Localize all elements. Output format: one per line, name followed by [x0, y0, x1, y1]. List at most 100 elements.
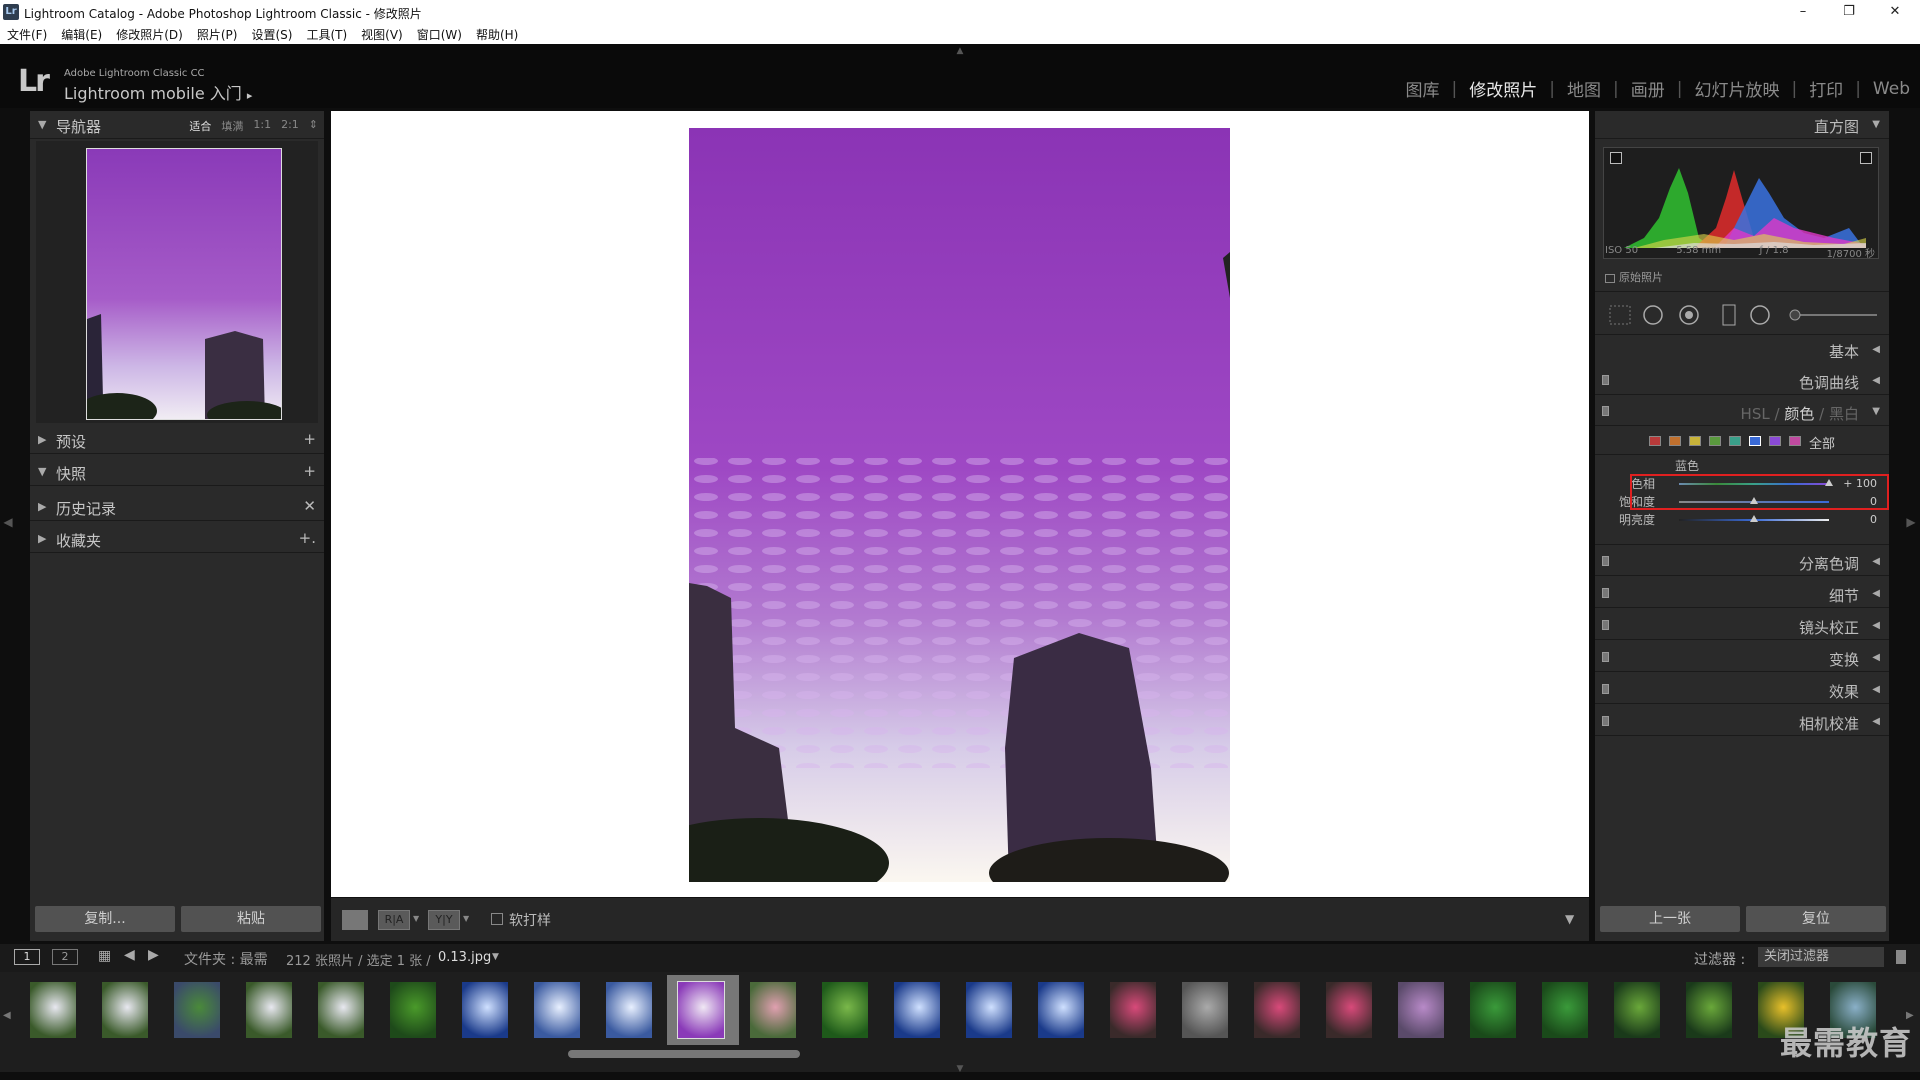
- loupe-view-icon[interactable]: [342, 910, 368, 930]
- original-photo-toggle[interactable]: 原始照片: [1605, 269, 1663, 285]
- top-panel-collapse-icon[interactable]: ▲: [952, 46, 968, 56]
- swatch-blue[interactable]: [1749, 436, 1761, 446]
- adjustment-brush-slider[interactable]: [1789, 308, 1879, 322]
- grid-view-icon[interactable]: ▦: [98, 948, 111, 964]
- effects-header[interactable]: 效果 ◀: [1595, 676, 1889, 704]
- navigator-header[interactable]: ▼ 导航器 适合 填满 1:1 2:1 ⇕: [30, 111, 324, 139]
- luminance-slider-thumb[interactable]: [1750, 515, 1758, 522]
- filmstrip-thumbnail[interactable]: [677, 981, 725, 1039]
- histogram[interactable]: [1603, 147, 1879, 259]
- source-path[interactable]: 文件夹 : 最需: [184, 949, 268, 969]
- filmstrip-thumbnail[interactable]: [966, 982, 1012, 1038]
- red-eye-icon[interactable]: [1680, 306, 1698, 324]
- menu-help[interactable]: 帮助(H): [476, 26, 518, 43]
- snapshots-header[interactable]: ▼ 快照 +: [30, 458, 324, 486]
- transform-header[interactable]: 变换 ◀: [1595, 644, 1889, 672]
- module-slideshow[interactable]: 幻灯片放映: [1694, 76, 1779, 101]
- filmstrip-thumbnail[interactable]: [318, 982, 364, 1038]
- camera-calibration-header[interactable]: 相机校准 ◀: [1595, 708, 1889, 736]
- split-toning-header[interactable]: 分离色调 ◀: [1595, 548, 1889, 576]
- before-after-lr-icon[interactable]: R|A: [378, 910, 410, 930]
- swatch-orange[interactable]: [1669, 436, 1681, 446]
- all-colors-button[interactable]: 全部: [1809, 433, 1835, 452]
- tab-bw[interactable]: 黑白: [1829, 405, 1859, 423]
- filmstrip-thumbnail[interactable]: [246, 982, 292, 1038]
- filename-dropdown-icon[interactable]: ▼: [492, 952, 499, 962]
- zoom-fit[interactable]: 适合: [189, 118, 211, 134]
- swatch-magenta[interactable]: [1789, 436, 1801, 446]
- panel-switch-icon[interactable]: [1602, 556, 1609, 566]
- module-web[interactable]: Web: [1873, 79, 1910, 99]
- hsl-header[interactable]: HSL / 颜色 / 黑白 ▼: [1595, 398, 1889, 426]
- second-window-button[interactable]: 2: [52, 949, 78, 965]
- panel-switch-icon[interactable]: [1602, 652, 1609, 662]
- selected-filename[interactable]: 0.13.jpg: [438, 950, 491, 965]
- panel-switch-icon[interactable]: [1602, 716, 1609, 726]
- before-after-tb-icon[interactable]: Y|Y: [428, 910, 460, 930]
- menu-edit[interactable]: 编辑(E): [61, 26, 102, 43]
- softproof-checkbox[interactable]: [491, 913, 503, 925]
- radial-filter-icon[interactable]: [1751, 306, 1769, 324]
- crop-tool-icon[interactable]: [1610, 306, 1630, 324]
- right-panel-collapse-icon[interactable]: ▶: [1906, 515, 1916, 529]
- paste-settings-button[interactable]: 粘贴: [181, 906, 321, 932]
- menu-photo[interactable]: 照片(P): [197, 26, 238, 43]
- module-map[interactable]: 地图: [1567, 76, 1601, 101]
- filmstrip-thumbnail[interactable]: [390, 982, 436, 1038]
- swatch-red[interactable]: [1649, 436, 1661, 446]
- previous-button[interactable]: 上一张: [1600, 906, 1740, 932]
- panel-switch-icon[interactable]: [1602, 620, 1609, 630]
- spot-removal-icon[interactable]: [1644, 306, 1662, 324]
- original-photo-checkbox[interactable]: [1605, 273, 1615, 283]
- zoom-dropdown-icon[interactable]: ⇕: [309, 118, 318, 134]
- dropdown-icon[interactable]: ▼: [463, 914, 469, 923]
- tab-hsl[interactable]: HSL: [1741, 405, 1770, 423]
- filmstrip-thumbnail[interactable]: [606, 982, 652, 1038]
- luminance-value[interactable]: 0: [1841, 513, 1877, 526]
- filmstrip-scrollbar[interactable]: [568, 1050, 800, 1058]
- menu-settings[interactable]: 设置(S): [251, 26, 292, 43]
- bottom-panel-collapse-icon[interactable]: ▼: [952, 1064, 968, 1074]
- detail-header[interactable]: 细节 ◀: [1595, 580, 1889, 608]
- collections-header[interactable]: ▶ 收藏夹 +.: [30, 525, 324, 553]
- add-preset-icon[interactable]: +: [303, 430, 316, 448]
- dropdown-icon[interactable]: ▼: [413, 914, 419, 923]
- presets-header[interactable]: ▶ 预设 +: [30, 426, 324, 454]
- swatch-purple[interactable]: [1769, 436, 1781, 446]
- filmstrip-left-arrow-icon[interactable]: ◀: [3, 1010, 11, 1021]
- filmstrip-thumbnail[interactable]: [1398, 982, 1444, 1038]
- panel-switch-icon[interactable]: [1602, 588, 1609, 598]
- add-collection-icon[interactable]: +.: [299, 529, 316, 547]
- filmstrip-thumbnail[interactable]: [1182, 982, 1228, 1038]
- zoom-2-1[interactable]: 2:1: [281, 118, 299, 134]
- lens-corrections-header[interactable]: 镜头校正 ◀: [1595, 612, 1889, 640]
- menu-develop[interactable]: 修改照片(D): [116, 26, 183, 43]
- filter-lock-icon[interactable]: [1896, 950, 1906, 964]
- basic-header[interactable]: 基本 ◀: [1595, 336, 1889, 364]
- forward-arrow-icon[interactable]: ▶: [148, 947, 159, 963]
- tab-color[interactable]: 颜色: [1784, 405, 1814, 423]
- filmstrip-thumbnail[interactable]: [1614, 982, 1660, 1038]
- filmstrip-thumbnail[interactable]: [534, 982, 580, 1038]
- module-library[interactable]: 图库: [1406, 76, 1440, 101]
- histogram-header[interactable]: 直方图 ▼: [1595, 111, 1889, 139]
- filmstrip-thumbnail[interactable]: [174, 982, 220, 1038]
- swatch-green[interactable]: [1709, 436, 1721, 446]
- filmstrip-thumbnail[interactable]: [462, 982, 508, 1038]
- back-arrow-icon[interactable]: ◀: [124, 947, 135, 963]
- swatch-aqua[interactable]: [1729, 436, 1741, 446]
- reset-button[interactable]: 复位: [1746, 906, 1886, 932]
- left-panel-collapse-icon[interactable]: ◀: [3, 515, 13, 529]
- menu-view[interactable]: 视图(V): [361, 26, 403, 43]
- module-book[interactable]: 画册: [1631, 76, 1665, 101]
- module-print[interactable]: 打印: [1809, 76, 1843, 101]
- filmstrip-thumbnail[interactable]: [894, 982, 940, 1038]
- filmstrip-thumbnail[interactable]: [822, 982, 868, 1038]
- filmstrip-thumbnail[interactable]: [1254, 982, 1300, 1038]
- copy-settings-button[interactable]: 复制...: [35, 906, 175, 932]
- filmstrip-thumbnail[interactable]: [1542, 982, 1588, 1038]
- clear-history-icon[interactable]: ✕: [303, 497, 316, 515]
- minimize-button[interactable]: –: [1788, 2, 1818, 22]
- toolbar-menu-icon[interactable]: ▼: [1565, 912, 1574, 926]
- module-develop[interactable]: 修改照片: [1469, 76, 1537, 101]
